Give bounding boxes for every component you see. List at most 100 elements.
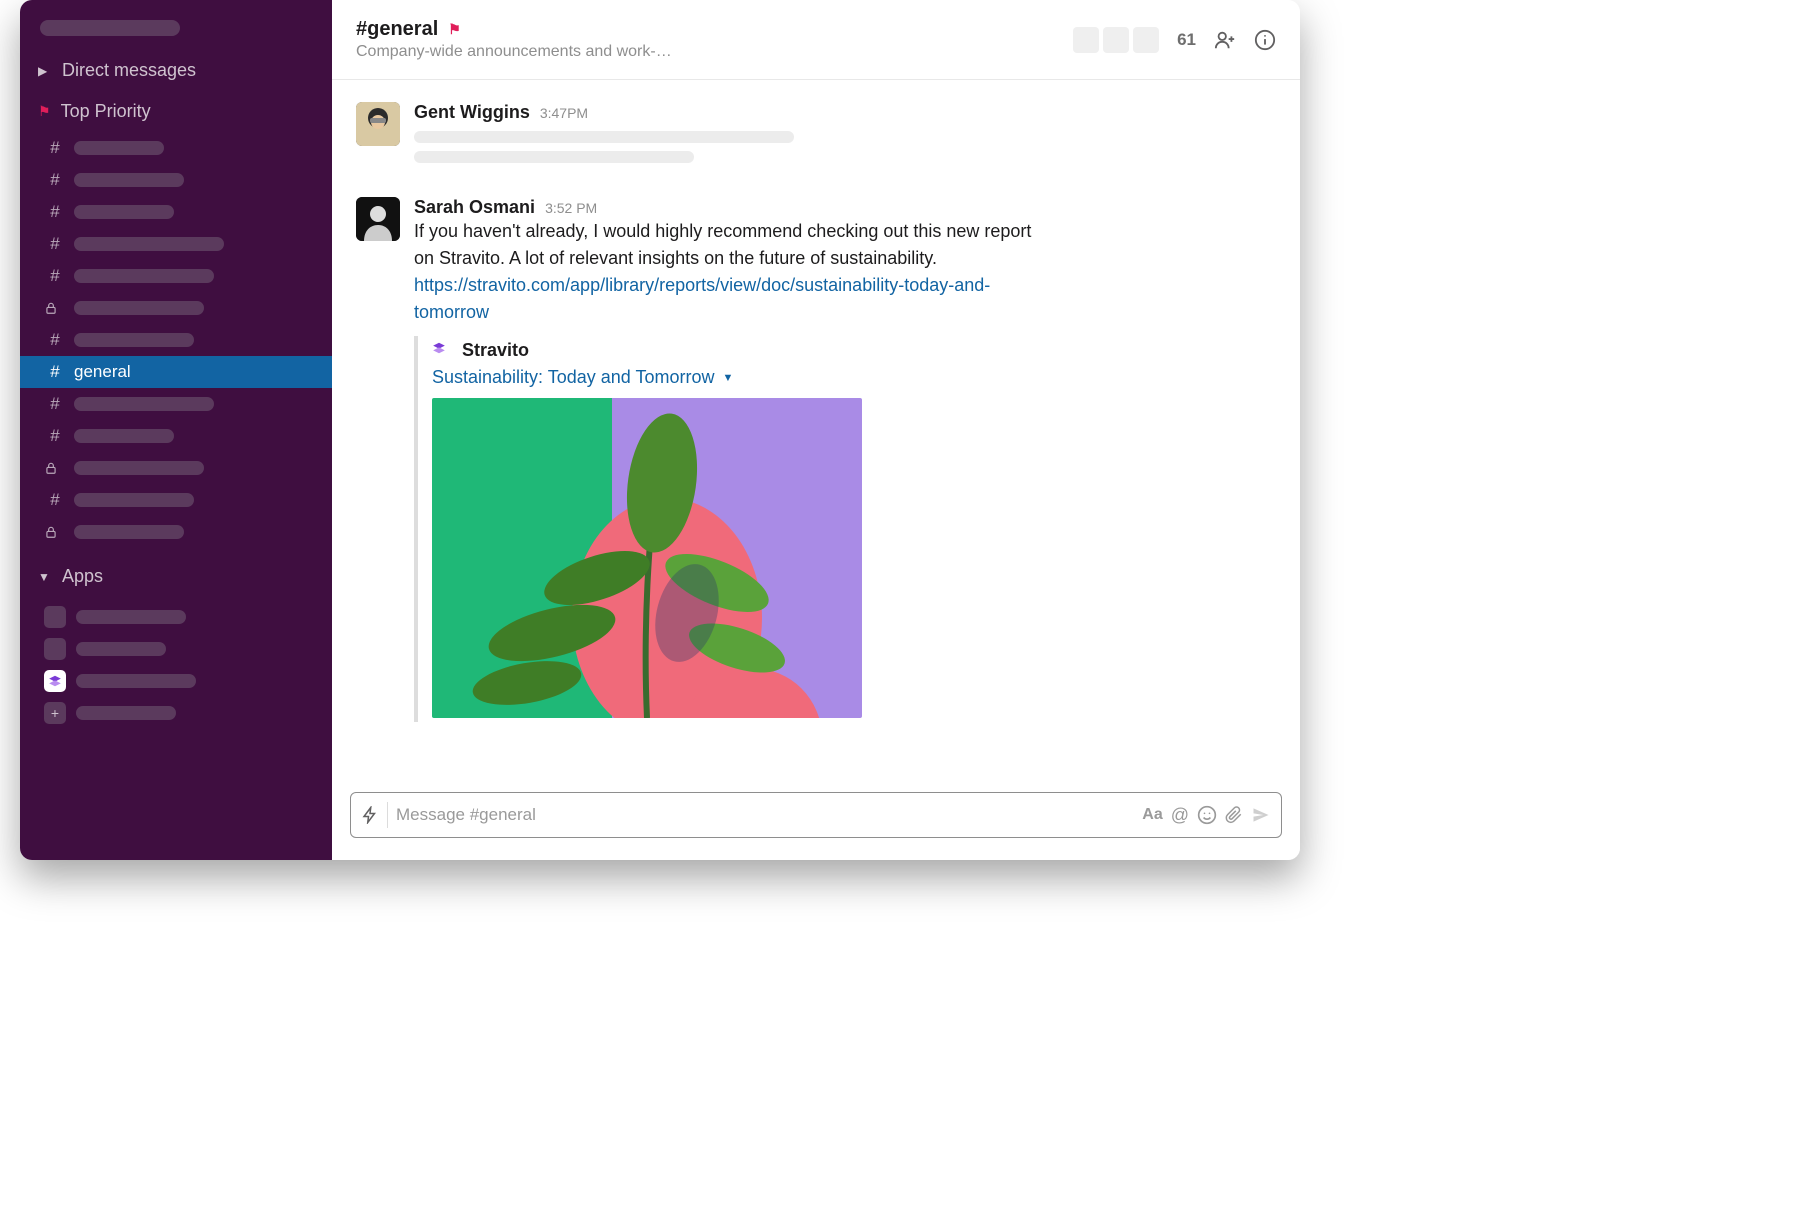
app-icon <box>44 606 66 628</box>
emoji-icon[interactable] <box>1197 805 1217 825</box>
message-author[interactable]: Gent Wiggins <box>414 102 530 123</box>
sidebar-app[interactable] <box>20 665 332 697</box>
unfurl-title[interactable]: Sustainability: Today and Tomorrow▼ <box>432 367 974 388</box>
hash-icon: # <box>44 202 66 222</box>
section-direct-messages[interactable]: ▶ Direct messages <box>20 50 332 91</box>
message-author[interactable]: Sarah Osmani <box>414 197 535 218</box>
stravito-app-icon <box>44 670 66 692</box>
hash-icon: # <box>44 490 66 510</box>
avatar[interactable] <box>356 102 400 146</box>
attachment-icon[interactable] <box>1225 806 1243 824</box>
sidebar-channel[interactable]: # <box>20 260 332 292</box>
send-icon[interactable] <box>1251 805 1271 825</box>
placeholder <box>74 333 194 347</box>
sidebar-channel[interactable] <box>20 516 332 548</box>
sidebar-channel[interactable]: # <box>20 228 332 260</box>
sidebar-channel[interactable]: # <box>20 484 332 516</box>
message-body: Sarah Osmani3:52 PMIf you haven't alread… <box>414 197 1276 722</box>
message-list[interactable]: Gent Wiggins3:47PMSarah Osmani3:52 PMIf … <box>332 80 1300 782</box>
unfurl-app: Stravito <box>432 340 974 361</box>
add-people-icon[interactable] <box>1214 29 1236 51</box>
placeholder <box>414 131 794 143</box>
placeholder <box>74 429 174 443</box>
channel-topic[interactable]: Company-wide announcements and work-… <box>356 43 696 61</box>
placeholder <box>414 151 694 163</box>
slack-window: ▶ Direct messages ⚑ Top Priority # # # # # # #… <box>20 0 1300 860</box>
sidebar-channel[interactable]: # <box>20 388 332 420</box>
hash-icon: # <box>44 394 66 414</box>
message: Gent Wiggins 3:47PM <box>356 94 1276 189</box>
placeholder <box>74 493 194 507</box>
hash-icon: # <box>44 170 66 190</box>
placeholder <box>74 269 214 283</box>
placeholder <box>74 525 184 539</box>
placeholder <box>74 141 164 155</box>
placeholder <box>74 205 174 219</box>
placeholder <box>76 706 176 720</box>
message-link[interactable]: https://stravito.com/app/library/reports… <box>414 275 990 322</box>
link-unfurl: Stravito Sustainability: Today and Tomorr… <box>414 336 974 722</box>
lock-icon <box>44 525 66 539</box>
hash-icon: # <box>44 234 66 254</box>
channel-title[interactable]: #general ⚑ <box>356 18 1073 41</box>
placeholder <box>74 461 204 475</box>
placeholder <box>76 674 196 688</box>
composer-area: Aa @ <box>332 782 1300 860</box>
flag-icon: ⚑ <box>448 21 461 38</box>
divider <box>387 802 388 828</box>
message: Sarah Osmani3:52 PMIf you haven't alread… <box>356 189 1276 740</box>
sidebar-channel[interactable] <box>20 292 332 324</box>
sidebar-channel[interactable]: # <box>20 196 332 228</box>
sidebar-app[interactable] <box>20 601 332 633</box>
unfurl-app-name: Stravito <box>462 340 529 361</box>
workspace-name-placeholder <box>40 20 180 36</box>
channel-label: general <box>74 362 131 382</box>
unfurl-image[interactable] <box>432 398 862 718</box>
member-count[interactable]: 61 <box>1177 30 1196 50</box>
placeholder <box>74 173 184 187</box>
placeholder <box>74 301 204 315</box>
info-icon[interactable] <box>1254 29 1276 51</box>
sidebar-channel[interactable]: # <box>20 164 332 196</box>
message-body: Gent Wiggins 3:47PM <box>414 102 1276 171</box>
placeholder <box>74 237 224 251</box>
channel-header-left: #general ⚑ Company-wide announcements an… <box>356 18 1073 61</box>
message-input[interactable] <box>396 805 1134 825</box>
caret-right-icon: ▶ <box>38 64 52 78</box>
message-time[interactable]: 3:52 PM <box>545 200 597 216</box>
sidebar-channel[interactable]: # <box>20 132 332 164</box>
hash-icon: # <box>44 330 66 350</box>
lock-icon <box>44 301 66 315</box>
hash-icon: # <box>44 138 66 158</box>
section-label: Apps <box>62 566 103 587</box>
section-top-priority[interactable]: ⚑ Top Priority <box>20 91 332 132</box>
placeholder <box>76 642 166 656</box>
add-app-icon: + <box>44 702 66 724</box>
workspace-name[interactable] <box>20 8 332 50</box>
sidebar-app[interactable] <box>20 633 332 665</box>
channel-hash: #general <box>356 18 438 41</box>
sidebar-channel[interactable]: # <box>20 324 332 356</box>
member-avatars[interactable] <box>1073 27 1159 53</box>
shortcuts-bolt-icon[interactable] <box>361 806 379 824</box>
avatar[interactable] <box>356 197 400 241</box>
hash-icon: # <box>44 266 66 286</box>
apps-list: + <box>20 597 332 733</box>
channel-header-right: 61 <box>1073 27 1276 53</box>
flag-icon: ⚑ <box>38 103 51 120</box>
message-composer[interactable]: Aa @ <box>350 792 1282 838</box>
hash-icon: # <box>44 362 66 382</box>
format-button[interactable]: Aa <box>1142 806 1162 824</box>
mention-button[interactable]: @ <box>1171 805 1189 826</box>
sidebar-channel[interactable] <box>20 452 332 484</box>
sidebar-channel-general[interactable]: # general <box>20 356 332 388</box>
message-time[interactable]: 3:47PM <box>540 105 588 121</box>
section-apps[interactable]: ▼ Apps <box>20 556 332 597</box>
main-panel: #general ⚑ Company-wide announcements an… <box>332 0 1300 860</box>
stravito-logo-icon <box>432 341 452 361</box>
caret-down-icon: ▼ <box>38 570 52 584</box>
sidebar-app[interactable]: + <box>20 697 332 729</box>
caret-down-icon[interactable]: ▼ <box>723 372 734 384</box>
app-icon <box>44 638 66 660</box>
sidebar-channel[interactable]: # <box>20 420 332 452</box>
